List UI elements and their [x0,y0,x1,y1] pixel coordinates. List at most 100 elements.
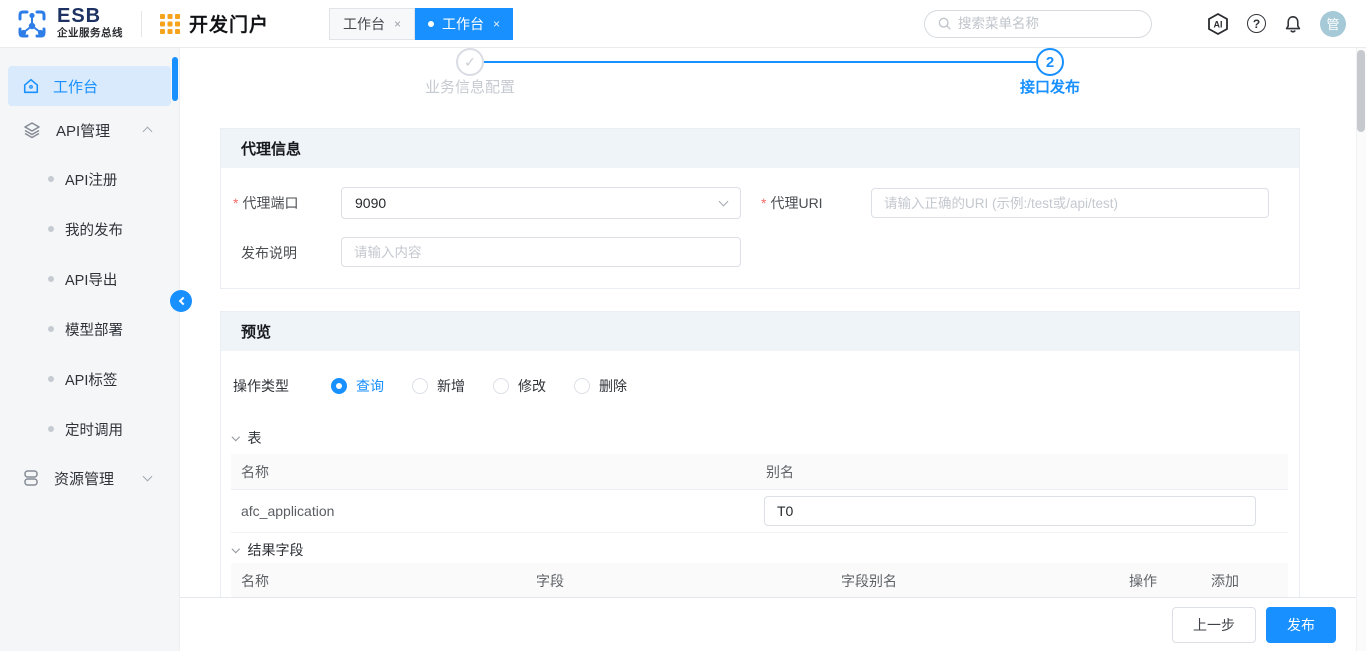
svg-text:AI: AI [1214,19,1223,29]
publish-desc-input[interactable] [341,237,741,267]
table-group-toggle[interactable]: 表 [233,428,262,448]
table-alias-input[interactable] [764,496,1256,526]
logo-title: ESB [57,7,123,25]
radio-query[interactable]: 查询 [331,376,384,396]
radio-selected-icon [331,378,347,394]
search-icon [937,16,952,31]
operation-type-radio-group: 查询 新增 修改 删除 [331,376,627,396]
radio-icon [493,378,509,394]
sidebar-item-api-register[interactable]: API注册 [0,154,179,204]
tab-label: 工作台 [343,14,385,34]
radio-update[interactable]: 修改 [493,376,546,396]
proxy-uri-label: *代理URI [761,187,823,219]
result-fields-header: 名称 字段 字段别名 操作 添加 [231,563,1288,597]
check-icon: ✓ [464,54,476,71]
logo-subtitle: 企业服务总线 [57,25,123,40]
col-alias: 别名 [766,454,794,490]
table-list-header: 名称 别名 [231,454,1288,490]
bullet-icon [48,176,54,182]
bullet-icon [48,426,54,432]
active-tab-dot-icon [428,21,434,27]
radio-delete[interactable]: 删除 [574,376,627,396]
apps-grid-icon [160,14,180,34]
stepper-connector [484,61,1036,63]
esb-logo-icon [14,6,50,42]
content-scroll-indicator[interactable] [172,57,178,101]
ai-assistant-icon[interactable]: AI [1206,12,1230,36]
scrollbar-thumb[interactable] [1357,50,1365,132]
tab-workbench-2-active[interactable]: 工作台 × [415,8,513,40]
table-name-cell: afc_application [241,490,334,533]
vertical-scrollbar[interactable] [1356,48,1366,651]
sidebar-item-model-deploy[interactable]: 模型部署 [0,304,179,354]
tab-label: 工作台 [442,14,484,34]
sidebar-group-api-management[interactable]: API管理 [0,106,179,154]
sidebar-collapse-button[interactable] [170,290,192,312]
table-list: 名称 别名 afc_application [231,454,1288,533]
sidebar-item-workbench[interactable]: 工作台 [8,66,171,106]
portal-title: 开发门户 [189,10,269,37]
chevron-down-icon [232,433,240,441]
user-avatar[interactable]: 管 [1320,11,1346,37]
sidebar-nav: 工作台 API管理 API注册 我的发布 API导出 模型部署 [0,48,180,651]
radio-icon [574,378,590,394]
result-fields-table: 名称 字段 字段别名 操作 添加 [231,563,1288,597]
publish-desc-label: 发布说明 [241,237,297,269]
search-input[interactable] [958,16,1139,31]
bullet-icon [48,276,54,282]
operation-type-label: 操作类型 [233,376,289,396]
chevron-up-icon [143,127,153,137]
open-tabs: 工作台 × 工作台 × [329,8,513,40]
preview-section-title: 预览 [221,312,1299,351]
step-1-circle: ✓ [456,48,484,76]
chevron-left-icon [178,297,186,305]
col-name: 名称 [241,454,269,490]
top-bar: ESB 企业服务总线 开发门户 工作台 × 工作台 × [0,0,1366,48]
radio-create[interactable]: 新增 [412,376,465,396]
chevron-down-icon [143,472,153,482]
col-actions: 操作 [1129,563,1157,597]
sidebar-item-api-tags[interactable]: API标签 [0,354,179,404]
layers-icon [22,120,42,140]
proxy-uri-input[interactable] [871,188,1269,218]
notification-bell-icon[interactable] [1283,14,1303,34]
sidebar-item-my-publish[interactable]: 我的发布 [0,204,179,254]
help-icon[interactable]: ? [1247,14,1266,33]
table-row: afc_application [231,490,1288,533]
portal-switcher[interactable]: 开发门户 [160,10,269,37]
esb-dev-portal: ESB 企业服务总线 开发门户 工作台 × 工作台 × [0,0,1366,651]
step-2-label: 接口发布 [960,76,1140,97]
sidebar-item-scheduled-call[interactable]: 定时调用 [0,404,179,454]
result-fields-group-toggle[interactable]: 结果字段 [233,540,304,560]
tab-close-icon[interactable]: × [493,17,500,31]
proxy-port-value: 9090 [342,188,740,218]
proxy-info-section: 代理信息 *代理端口 9090 *代理URI 发布说明 [220,128,1300,289]
header-divider [141,11,142,37]
radio-icon [412,378,428,394]
bullet-icon [48,226,54,232]
esb-logo: ESB 企业服务总线 [14,6,123,42]
proxy-port-select[interactable]: 9090 [341,187,741,219]
publish-button[interactable]: 发布 [1266,607,1336,643]
database-icon [22,469,40,487]
home-icon [22,77,40,95]
step-1-label: 业务信息配置 [380,76,560,97]
bullet-icon [48,326,54,332]
tab-workbench-1[interactable]: 工作台 × [329,8,415,40]
proxy-section-title: 代理信息 [221,129,1299,168]
chevron-down-icon [232,545,240,553]
step-2-circle: 2 [1036,48,1064,76]
proxy-port-label: *代理端口 [233,187,298,219]
footer-action-bar: 上一步 发布 [180,597,1366,651]
preview-section: 预览 操作类型 查询 新增 修改 删除 表 [220,311,1300,597]
col-field: 字段 [536,563,564,597]
col-field-alias: 字段别名 [841,563,897,597]
col-name: 名称 [241,563,269,597]
previous-step-button[interactable]: 上一步 [1172,607,1256,643]
sidebar-group-resource-management[interactable]: 资源管理 [0,454,179,502]
sidebar-item-api-export[interactable]: API导出 [0,254,179,304]
menu-search[interactable] [924,10,1152,38]
col-add: 添加 [1211,563,1239,597]
bullet-icon [48,376,54,382]
tab-close-icon[interactable]: × [394,17,401,31]
